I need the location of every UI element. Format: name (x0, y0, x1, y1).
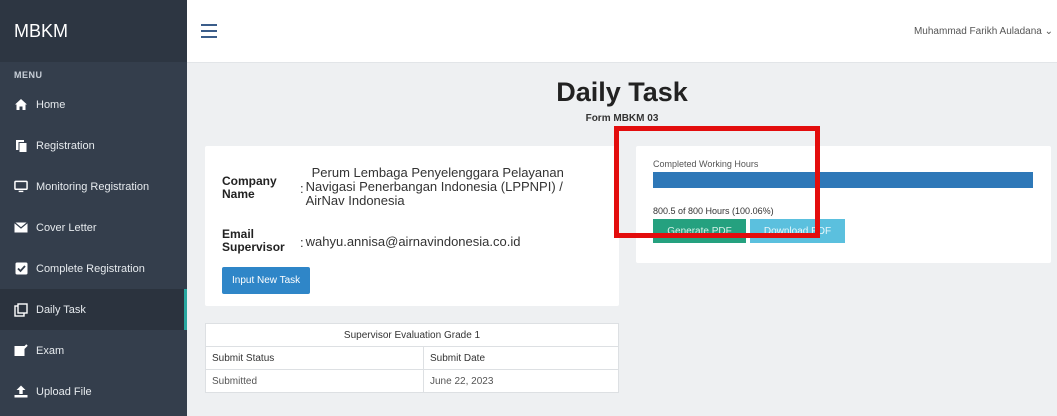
main-content: Daily Task Form MBKM 03 Company Name : P… (187, 63, 1057, 416)
company-colon: : (300, 181, 304, 196)
submit-date-cell: June 22, 2023 (423, 369, 619, 393)
sidebar-item-upload-file[interactable]: Upload File (0, 371, 187, 412)
copy-icon (14, 139, 28, 153)
page-title: Daily Task (556, 77, 688, 107)
column-header: Submit Status (205, 346, 424, 370)
company-row: Company Name : Perum Lembaga Penyelengga… (222, 166, 564, 208)
sidebar-item-label: Upload File (36, 385, 92, 398)
hamburger-menu-icon[interactable] (201, 24, 217, 38)
user-name: Muhammad Farikh Auladana (913, 26, 1042, 37)
sidebar-item-home[interactable]: Home (0, 84, 187, 125)
sidebar-item-registration[interactable]: Registration (0, 125, 187, 166)
company-value-line3: AirNav Indonesia (305, 193, 405, 208)
email-value: wahyu.annisa@airnavindonesia.co.id (305, 234, 521, 249)
info-card: Company Name : Perum Lembaga Penyelengga… (205, 146, 619, 306)
email-colon: : (300, 235, 304, 250)
sidebar-item-label: Daily Task (36, 303, 86, 316)
edit-icon (14, 344, 28, 358)
working-hours-card: Completed Working Hours 800.5 of 800 Hou… (636, 146, 1051, 263)
input-new-task-button[interactable]: Input New Task (222, 267, 311, 294)
page-subtitle: Form MBKM 03 (585, 113, 659, 124)
tasks-icon (14, 302, 28, 317)
sidebar-item-daily-task[interactable]: Daily Task (0, 289, 187, 330)
upload-icon (14, 385, 28, 399)
hours-progress-bar (653, 172, 1033, 188)
hours-label: Completed Working Hours (653, 159, 759, 169)
menu-title: MENU (14, 70, 43, 80)
email-row: Email Supervisor : wahyu.annisa@airnavin… (222, 228, 520, 254)
column-header: Submit Date (423, 346, 619, 370)
company-value-line2: Navigasi Penerbangan Indonesia (LPPNPI) … (305, 179, 563, 194)
topbar: Muhammad Farikh Auladana ⌄ (187, 0, 1057, 63)
monitor-icon (14, 180, 28, 194)
generate-pdf-button[interactable]: Generate PDF (653, 219, 746, 243)
evaluation-caption: Supervisor Evaluation Grade 1 (205, 323, 619, 347)
sidebar-item-complete-registration[interactable]: Complete Registration (0, 248, 187, 289)
company-value-line1: Perum Lembaga Penyelenggara Pelayanan (311, 165, 564, 180)
sidebar-item-label: Exam (36, 344, 65, 357)
company-label-line2: Name (222, 187, 255, 201)
table-header-row: Submit Status Submit Date (205, 346, 619, 370)
sidebar-item-label: Home (36, 98, 66, 111)
hours-progress-fill (653, 172, 1033, 188)
submit-status-cell: Submitted (205, 369, 424, 393)
envelope-icon (14, 221, 28, 235)
sidebar-item-label: Monitoring Registration (36, 180, 150, 193)
home-icon (14, 98, 28, 112)
download-pdf-button[interactable]: Download PDF (750, 219, 845, 243)
check-square-icon (14, 262, 28, 276)
email-label-line2: Supervisor (222, 240, 285, 254)
evaluation-table: Supervisor Evaluation Grade 1 Submit Sta… (205, 323, 619, 393)
table-row: Submitted June 22, 2023 (205, 369, 619, 393)
sidebar-item-label: Cover Letter (36, 221, 97, 234)
sidebar: MBKM MENU Home Registration Monitoring R… (0, 0, 187, 416)
user-menu[interactable]: Muhammad Farikh Auladana ⌄ (914, 26, 1053, 37)
sidebar-item-label: Registration (36, 139, 95, 152)
sidebar-item-monitoring-registration[interactable]: Monitoring Registration (0, 166, 187, 207)
brand-logo[interactable]: MBKM (0, 0, 187, 62)
chevron-down-icon: ⌄ (1044, 26, 1053, 37)
sidebar-item-label: Complete Registration (36, 262, 145, 275)
hours-text: 800.5 of 800 Hours (100.06%) (653, 206, 774, 216)
sidebar-item-exam[interactable]: Exam (0, 330, 187, 371)
sidebar-item-cover-letter[interactable]: Cover Letter (0, 207, 187, 248)
